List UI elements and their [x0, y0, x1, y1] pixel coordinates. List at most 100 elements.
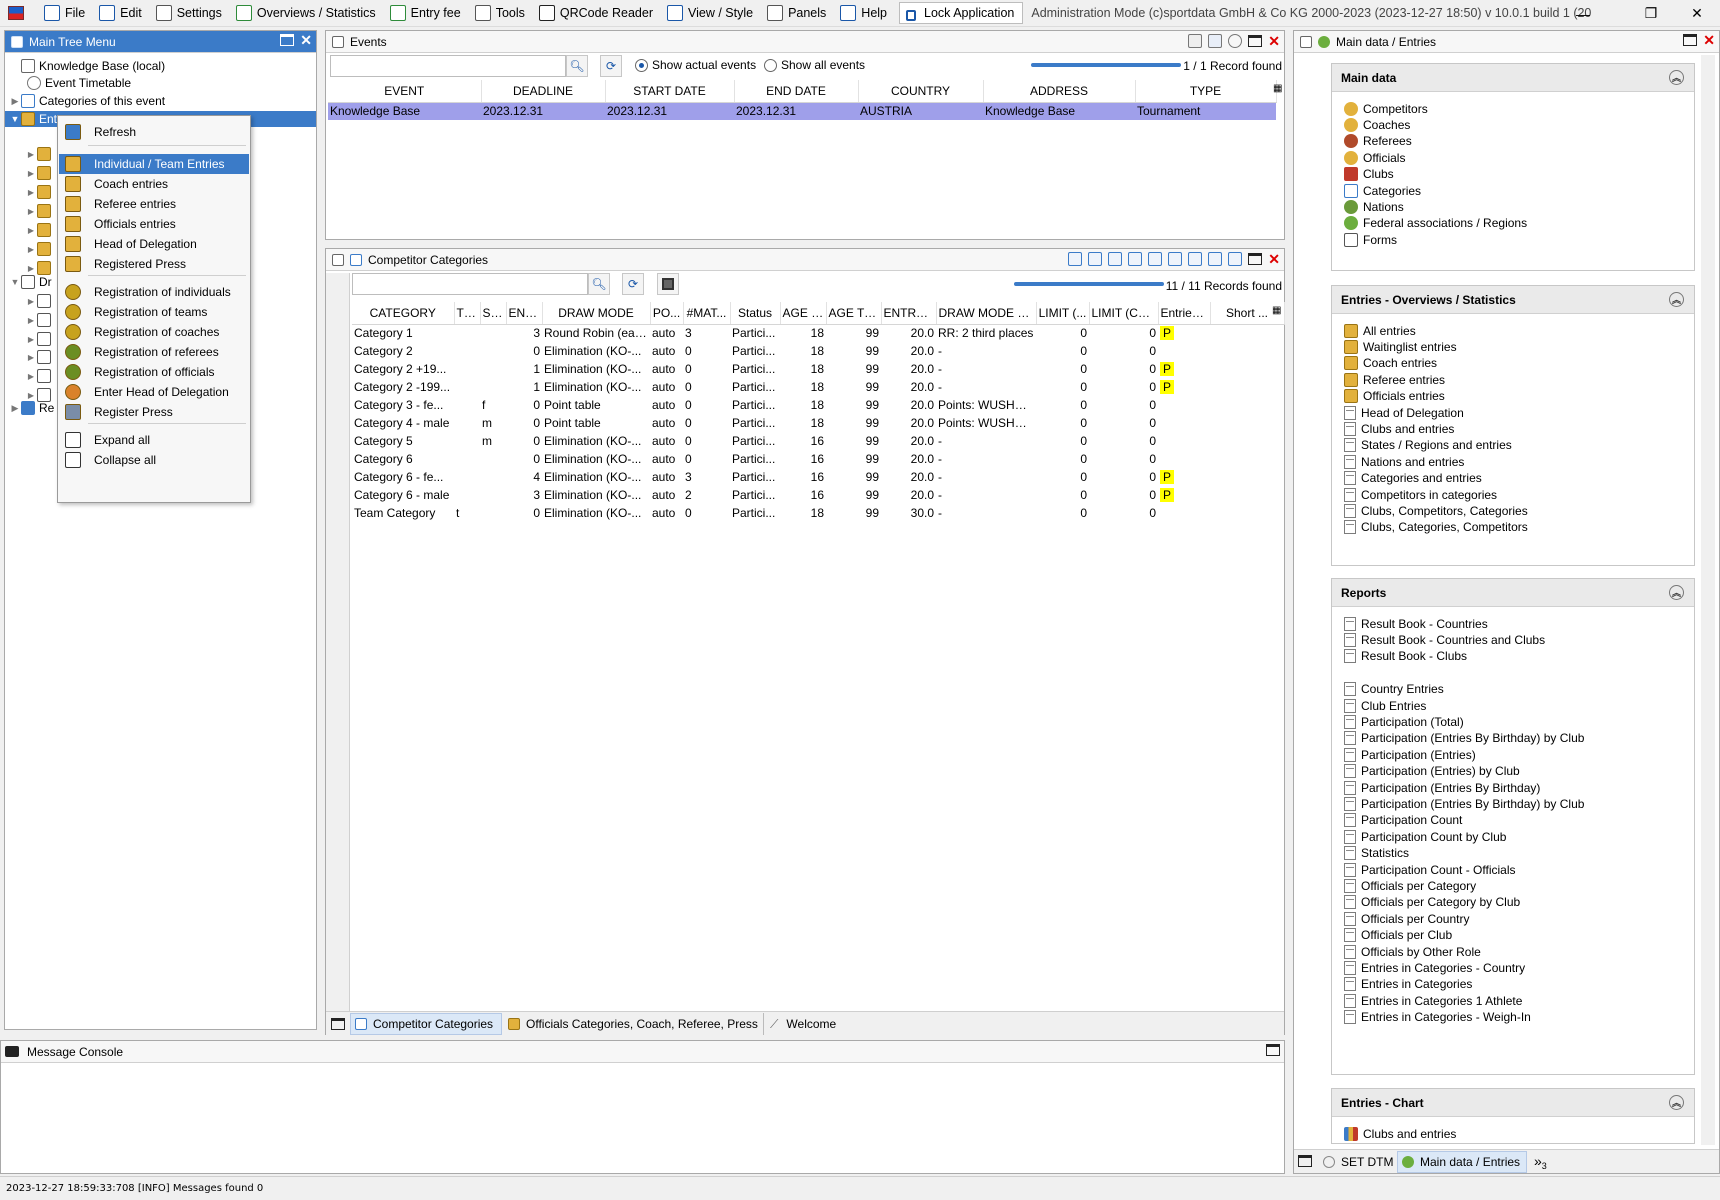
maximize-icon[interactable]: [1266, 1044, 1280, 1056]
link-nations-and-entries[interactable]: Nations and entries: [1344, 453, 1464, 470]
link-participation-count-officials[interactable]: Participation Count - Officials: [1344, 861, 1516, 878]
column-header[interactable]: TE...: [454, 302, 481, 325]
tree-item-knowledge-base[interactable]: Knowledge Base (local): [9, 58, 165, 74]
menu-icon[interactable]: [1188, 252, 1203, 266]
context-item-registration-of-coaches[interactable]: Registration of coaches: [59, 322, 249, 342]
tree-subitem[interactable]: ▶: [25, 387, 51, 403]
context-item-refresh[interactable]: Refresh: [59, 122, 249, 142]
link-officials-per-category[interactable]: Officials per Category: [1344, 877, 1476, 894]
maximize-icon[interactable]: [1248, 253, 1263, 265]
context-item-registration-of-referees[interactable]: Registration of referees: [59, 342, 249, 362]
menu-tools[interactable]: Tools: [469, 2, 533, 24]
table-icon[interactable]: [1168, 252, 1183, 266]
collapse-icon[interactable]: ︽: [1669, 292, 1684, 307]
edit-icon[interactable]: [1148, 252, 1163, 266]
column-header[interactable]: AGE F...: [780, 302, 827, 325]
context-item-registration-of-teams[interactable]: Registration of teams: [59, 302, 249, 322]
vertical-scrollbar[interactable]: [1701, 55, 1715, 1145]
context-item-collapse-all[interactable]: Collapse all: [59, 450, 249, 470]
maximize-icon[interactable]: [1248, 35, 1263, 47]
tree-subitem[interactable]: ▶: [25, 349, 51, 365]
menu-entry-fee[interactable]: Entry fee: [384, 2, 469, 24]
tab-welcome[interactable]: ⟋ Welcome: [763, 1013, 836, 1035]
context-item-head-of-delegation[interactable]: Head of Delegation: [59, 234, 249, 254]
tree-subitem[interactable]: ▶: [25, 260, 51, 276]
link-nations[interactable]: Nations: [1344, 198, 1404, 215]
show-actual-events-radio[interactable]: Show actual events: [635, 58, 756, 72]
table-row[interactable]: Category 4 - male m 0 Point table auto 0 Parti…: [352, 414, 1284, 432]
table-row[interactable]: Category 6 - male 3 Elimination (KO-... aut…: [352, 486, 1284, 504]
tree-subitem[interactable]: ▶: [25, 165, 51, 181]
context-item-officials-entries[interactable]: Officials entries: [59, 214, 249, 234]
badge-icon[interactable]: [1208, 252, 1223, 266]
link-referee-entries[interactable]: Referee entries: [1344, 371, 1445, 388]
link-country-entries[interactable]: Country Entries: [1344, 681, 1444, 698]
link-categories-and-entries[interactable]: Categories and entries: [1344, 470, 1482, 487]
tab-officials-categories[interactable]: Officials Categories, Coach, Referee, Pr…: [508, 1013, 758, 1035]
context-item-enter-head-of-delegation[interactable]: Enter Head of Delegation: [59, 382, 249, 402]
tree-item-categories[interactable]: ▶ Categories of this event: [9, 93, 165, 109]
list-icon[interactable]: [1128, 252, 1143, 266]
column-chooser-icon[interactable]: ▦: [1272, 305, 1281, 316]
table-row[interactable]: Category 2 0 Elimination (KO-... auto 0 Parti…: [352, 342, 1284, 360]
tree-subitem[interactable]: ▶: [25, 184, 51, 200]
maximize-icon[interactable]: [331, 1018, 345, 1030]
context-item-registration-of-individuals[interactable]: Registration of individuals: [59, 282, 249, 302]
column-header[interactable]: DEADLINE: [481, 80, 606, 103]
column-chooser-icon[interactable]: ▦: [1273, 83, 1282, 94]
link-result-book-countries[interactable]: Result Book - Countries: [1344, 615, 1488, 632]
link-entries-in-categories-1-athlete[interactable]: Entries in Categories 1 Athlete: [1344, 992, 1522, 1009]
menu-edit[interactable]: Edit: [93, 2, 150, 24]
link-coach-entries[interactable]: Coach entries: [1344, 355, 1437, 372]
table-row[interactable]: Category 1 3 Round Robin (eac... auto 3 Parti…: [352, 324, 1284, 342]
maximize-icon[interactable]: [1298, 1155, 1312, 1167]
context-item-referee-entries[interactable]: Referee entries: [59, 194, 249, 214]
context-item-expand-all[interactable]: Expand all: [59, 430, 249, 450]
link-entries-in-categories[interactable]: Entries in Categories: [1344, 976, 1472, 993]
table-row[interactable]: Team Category t 0 Elimination (KO-... auto 0 P…: [352, 504, 1284, 522]
close-icon[interactable]: ✕: [1703, 33, 1715, 47]
tree-item-event-timetable[interactable]: Event Timetable: [27, 75, 131, 91]
tree-subitem[interactable]: ▶: [25, 146, 51, 162]
context-item-individual-team-entries[interactable]: Individual / Team Entries: [59, 154, 249, 174]
card-icon[interactable]: [1108, 252, 1123, 266]
link-federal-associations-regions[interactable]: Federal associations / Regions: [1344, 215, 1527, 232]
collapse-icon[interactable]: ︽: [1669, 1095, 1684, 1110]
tabs-overflow[interactable]: » 3: [1534, 1150, 1547, 1172]
close-icon[interactable]: ✕: [1268, 34, 1280, 48]
column-header[interactable]: END DATE: [734, 80, 859, 103]
column-header[interactable]: START DATE: [605, 80, 735, 103]
show-all-events-radio[interactable]: Show all events: [764, 58, 865, 72]
events-search-input[interactable]: [330, 55, 566, 77]
link-result-book-clubs[interactable]: Result Book - Clubs: [1344, 648, 1467, 665]
tree-subitem[interactable]: ▶: [25, 312, 51, 328]
tree-subitem[interactable]: ▶: [25, 222, 51, 238]
menu-help[interactable]: Help: [834, 2, 895, 24]
table-row[interactable]: Category 6 0 Elimination (KO-... auto 0 Parti…: [352, 450, 1284, 468]
link-officials-per-category-by-club[interactable]: Officials per Category by Club: [1344, 894, 1520, 911]
link-participation-entries-by-birthday-by-club[interactable]: Participation (Entries By Birthday) by C…: [1344, 795, 1584, 812]
tab-set-dtm[interactable]: SET DTM: [1323, 1151, 1393, 1173]
context-item-registered-press[interactable]: Registered Press: [59, 254, 249, 274]
link-referees[interactable]: Referees: [1344, 133, 1412, 150]
link-participation-count-by-club[interactable]: Participation Count by Club: [1344, 828, 1506, 845]
search-button[interactable]: 🔍︎: [588, 273, 610, 295]
column-header[interactable]: LIMIT (...: [1036, 302, 1090, 325]
maximize-icon[interactable]: [280, 34, 295, 46]
link-competitors-in-categories[interactable]: Competitors in categories: [1344, 486, 1497, 503]
column-header[interactable]: AGE TO...: [826, 302, 882, 325]
column-header[interactable]: Entries...: [1158, 302, 1211, 325]
export-icon[interactable]: [1188, 34, 1203, 48]
link-officials-per-country[interactable]: Officials per Country: [1344, 910, 1470, 927]
column-header[interactable]: TYPE: [1135, 80, 1277, 103]
menu-settings[interactable]: Settings: [150, 2, 230, 24]
close-icon[interactable]: ✕: [1268, 252, 1280, 266]
link-participation-count[interactable]: Participation Count: [1344, 812, 1462, 829]
link-result-book-countries-and-clubs[interactable]: Result Book - Countries and Clubs: [1344, 631, 1545, 648]
search-button[interactable]: 🔍︎: [566, 55, 588, 77]
column-header[interactable]: LIMIT (CA...: [1089, 302, 1159, 325]
restore-button[interactable]: ❐: [1628, 0, 1674, 27]
column-header[interactable]: DRAW MODE O...: [936, 302, 1037, 325]
link-waitinglist-entries[interactable]: Waitinglist entries: [1344, 338, 1457, 355]
collapse-icon[interactable]: ︽: [1669, 585, 1684, 600]
